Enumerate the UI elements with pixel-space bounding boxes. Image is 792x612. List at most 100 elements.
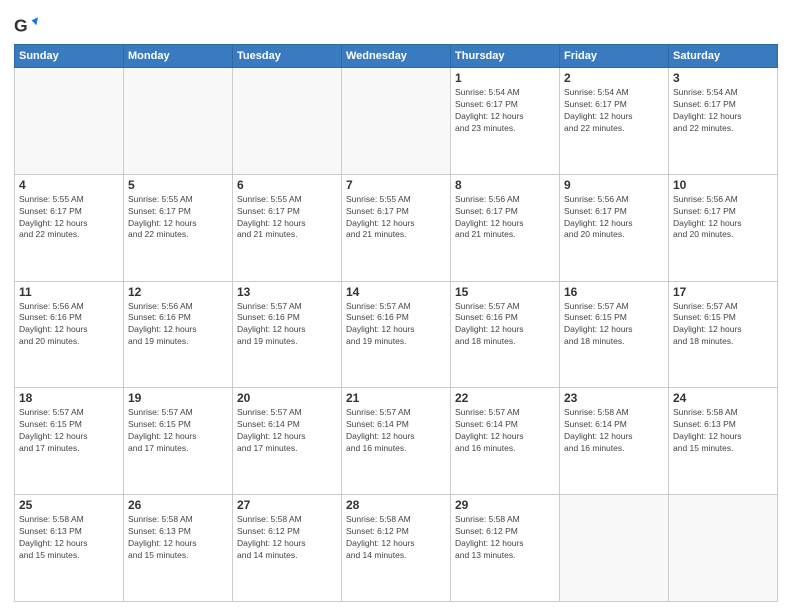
day-header-wednesday: Wednesday xyxy=(342,45,451,68)
calendar-cell: 17Sunrise: 5:57 AM Sunset: 6:15 PM Dayli… xyxy=(669,281,778,388)
calendar-header: SundayMondayTuesdayWednesdayThursdayFrid… xyxy=(15,45,778,68)
day-number: 18 xyxy=(19,391,119,405)
day-info: Sunrise: 5:58 AM Sunset: 6:12 PM Dayligh… xyxy=(237,514,337,562)
day-number: 27 xyxy=(237,498,337,512)
day-number: 3 xyxy=(673,71,773,85)
day-number: 4 xyxy=(19,178,119,192)
day-number: 5 xyxy=(128,178,228,192)
day-info: Sunrise: 5:56 AM Sunset: 6:17 PM Dayligh… xyxy=(673,194,773,242)
days-header-row: SundayMondayTuesdayWednesdayThursdayFrid… xyxy=(15,45,778,68)
day-number: 6 xyxy=(237,178,337,192)
day-info: Sunrise: 5:58 AM Sunset: 6:13 PM Dayligh… xyxy=(19,514,119,562)
calendar-cell: 12Sunrise: 5:56 AM Sunset: 6:16 PM Dayli… xyxy=(124,281,233,388)
day-number: 20 xyxy=(237,391,337,405)
day-number: 19 xyxy=(128,391,228,405)
day-number: 25 xyxy=(19,498,119,512)
day-info: Sunrise: 5:57 AM Sunset: 6:14 PM Dayligh… xyxy=(237,407,337,455)
day-number: 12 xyxy=(128,285,228,299)
day-info: Sunrise: 5:57 AM Sunset: 6:16 PM Dayligh… xyxy=(237,301,337,349)
day-info: Sunrise: 5:57 AM Sunset: 6:15 PM Dayligh… xyxy=(564,301,664,349)
logo-icon: G xyxy=(14,14,38,38)
day-number: 14 xyxy=(346,285,446,299)
day-number: 28 xyxy=(346,498,446,512)
day-number: 9 xyxy=(564,178,664,192)
day-info: Sunrise: 5:57 AM Sunset: 6:15 PM Dayligh… xyxy=(128,407,228,455)
day-info: Sunrise: 5:58 AM Sunset: 6:12 PM Dayligh… xyxy=(346,514,446,562)
calendar-cell: 21 Sunrise: 5:57 AM Sunset: 6:14 PM Dayli… xyxy=(342,388,451,495)
calendar-cell: 22 Sunrise: 5:57 AM Sunset: 6:14 PM Dayli… xyxy=(451,388,560,495)
calendar-cell: 28 Sunrise: 5:58 AM Sunset: 6:12 PM Dayli… xyxy=(342,495,451,602)
day-info: Sunrise: 5:55 AM Sunset: 6:17 PM Dayligh… xyxy=(19,194,119,242)
day-info: Sunrise: 5:55 AM Sunset: 6:17 PM Dayligh… xyxy=(128,194,228,242)
calendar-cell xyxy=(342,68,451,175)
day-header-monday: Monday xyxy=(124,45,233,68)
calendar-cell xyxy=(669,495,778,602)
day-info: Sunrise: 5:58 AM Sunset: 6:12 PM Dayligh… xyxy=(455,514,555,562)
day-number: 15 xyxy=(455,285,555,299)
calendar-cell: 24 Sunrise: 5:58 AM Sunset: 6:13 PM Dayli… xyxy=(669,388,778,495)
calendar-cell xyxy=(15,68,124,175)
day-info: Sunrise: 5:58 AM Sunset: 6:14 PM Dayligh… xyxy=(564,407,664,455)
day-number: 2 xyxy=(564,71,664,85)
calendar-body: 1 Sunrise: 5:54 AM Sunset: 6:17 PM Daylig… xyxy=(15,68,778,602)
day-header-friday: Friday xyxy=(560,45,669,68)
day-info: Sunrise: 5:54 AM Sunset: 6:17 PM Dayligh… xyxy=(564,87,664,135)
calendar-cell: 16 Sunrise: 5:57 AM Sunset: 6:15 PM Dayli… xyxy=(560,281,669,388)
calendar-cell: 14 Sunrise: 5:57 AM Sunset: 6:16 PM Dayli… xyxy=(342,281,451,388)
calendar-cell xyxy=(233,68,342,175)
day-info: Sunrise: 5:57 AM Sunset: 6:16 PM Dayligh… xyxy=(455,301,555,349)
calendar-cell: 26 Sunrise: 5:58 AM Sunset: 6:13 PM Dayli… xyxy=(124,495,233,602)
day-number: 26 xyxy=(128,498,228,512)
day-info: Sunrise: 5:55 AM Sunset: 6:17 PM Dayligh… xyxy=(346,194,446,242)
calendar-table: SundayMondayTuesdayWednesdayThursdayFrid… xyxy=(14,44,778,602)
calendar-cell: 2 Sunrise: 5:54 AM Sunset: 6:17 PM Daylig… xyxy=(560,68,669,175)
day-header-thursday: Thursday xyxy=(451,45,560,68)
calendar-cell: 6Sunrise: 5:55 AM Sunset: 6:17 PM Daylig… xyxy=(233,174,342,281)
week-row-3: 18 Sunrise: 5:57 AM Sunset: 6:15 PM Dayli… xyxy=(15,388,778,495)
day-header-saturday: Saturday xyxy=(669,45,778,68)
day-number: 13 xyxy=(237,285,337,299)
day-info: Sunrise: 5:56 AM Sunset: 6:17 PM Dayligh… xyxy=(564,194,664,242)
calendar-cell: 18 Sunrise: 5:57 AM Sunset: 6:15 PM Dayli… xyxy=(15,388,124,495)
calendar-cell: 7 Sunrise: 5:55 AM Sunset: 6:17 PM Daylig… xyxy=(342,174,451,281)
day-number: 24 xyxy=(673,391,773,405)
day-number: 11 xyxy=(19,285,119,299)
week-row-2: 11 Sunrise: 5:56 AM Sunset: 6:16 PM Dayli… xyxy=(15,281,778,388)
calendar-cell: 25 Sunrise: 5:58 AM Sunset: 6:13 PM Dayli… xyxy=(15,495,124,602)
calendar-cell: 13 Sunrise: 5:57 AM Sunset: 6:16 PM Dayli… xyxy=(233,281,342,388)
calendar-cell: 15 Sunrise: 5:57 AM Sunset: 6:16 PM Dayli… xyxy=(451,281,560,388)
day-info: Sunrise: 5:57 AM Sunset: 6:15 PM Dayligh… xyxy=(19,407,119,455)
calendar-cell: 20 Sunrise: 5:57 AM Sunset: 6:14 PM Dayli… xyxy=(233,388,342,495)
calendar-cell: 10 Sunrise: 5:56 AM Sunset: 6:17 PM Dayli… xyxy=(669,174,778,281)
day-number: 1 xyxy=(455,71,555,85)
calendar-cell: 27 Sunrise: 5:58 AM Sunset: 6:12 PM Dayli… xyxy=(233,495,342,602)
calendar-cell xyxy=(560,495,669,602)
day-header-tuesday: Tuesday xyxy=(233,45,342,68)
day-number: 23 xyxy=(564,391,664,405)
day-number: 7 xyxy=(346,178,446,192)
day-number: 8 xyxy=(455,178,555,192)
calendar-cell: 5 Sunrise: 5:55 AM Sunset: 6:17 PM Daylig… xyxy=(124,174,233,281)
day-info: Sunrise: 5:58 AM Sunset: 6:13 PM Dayligh… xyxy=(673,407,773,455)
day-number: 10 xyxy=(673,178,773,192)
day-info: Sunrise: 5:57 AM Sunset: 6:14 PM Dayligh… xyxy=(455,407,555,455)
svg-text:G: G xyxy=(14,16,28,36)
calendar-cell: 11 Sunrise: 5:56 AM Sunset: 6:16 PM Dayli… xyxy=(15,281,124,388)
calendar-cell: 3Sunrise: 5:54 AM Sunset: 6:17 PM Daylig… xyxy=(669,68,778,175)
day-number: 29 xyxy=(455,498,555,512)
day-header-sunday: Sunday xyxy=(15,45,124,68)
calendar-cell: 29 Sunrise: 5:58 AM Sunset: 6:12 PM Dayli… xyxy=(451,495,560,602)
week-row-1: 4 Sunrise: 5:55 AM Sunset: 6:17 PM Daylig… xyxy=(15,174,778,281)
calendar-cell: 23 Sunrise: 5:58 AM Sunset: 6:14 PM Dayli… xyxy=(560,388,669,495)
week-row-4: 25 Sunrise: 5:58 AM Sunset: 6:13 PM Dayli… xyxy=(15,495,778,602)
day-info: Sunrise: 5:58 AM Sunset: 6:13 PM Dayligh… xyxy=(128,514,228,562)
day-number: 22 xyxy=(455,391,555,405)
day-number: 21 xyxy=(346,391,446,405)
day-info: Sunrise: 5:56 AM Sunset: 6:16 PM Dayligh… xyxy=(19,301,119,349)
calendar-cell: 8 Sunrise: 5:56 AM Sunset: 6:17 PM Daylig… xyxy=(451,174,560,281)
day-number: 16 xyxy=(564,285,664,299)
day-info: Sunrise: 5:57 AM Sunset: 6:14 PM Dayligh… xyxy=(346,407,446,455)
day-number: 17 xyxy=(673,285,773,299)
day-info: Sunrise: 5:56 AM Sunset: 6:17 PM Dayligh… xyxy=(455,194,555,242)
day-info: Sunrise: 5:57 AM Sunset: 6:16 PM Dayligh… xyxy=(346,301,446,349)
